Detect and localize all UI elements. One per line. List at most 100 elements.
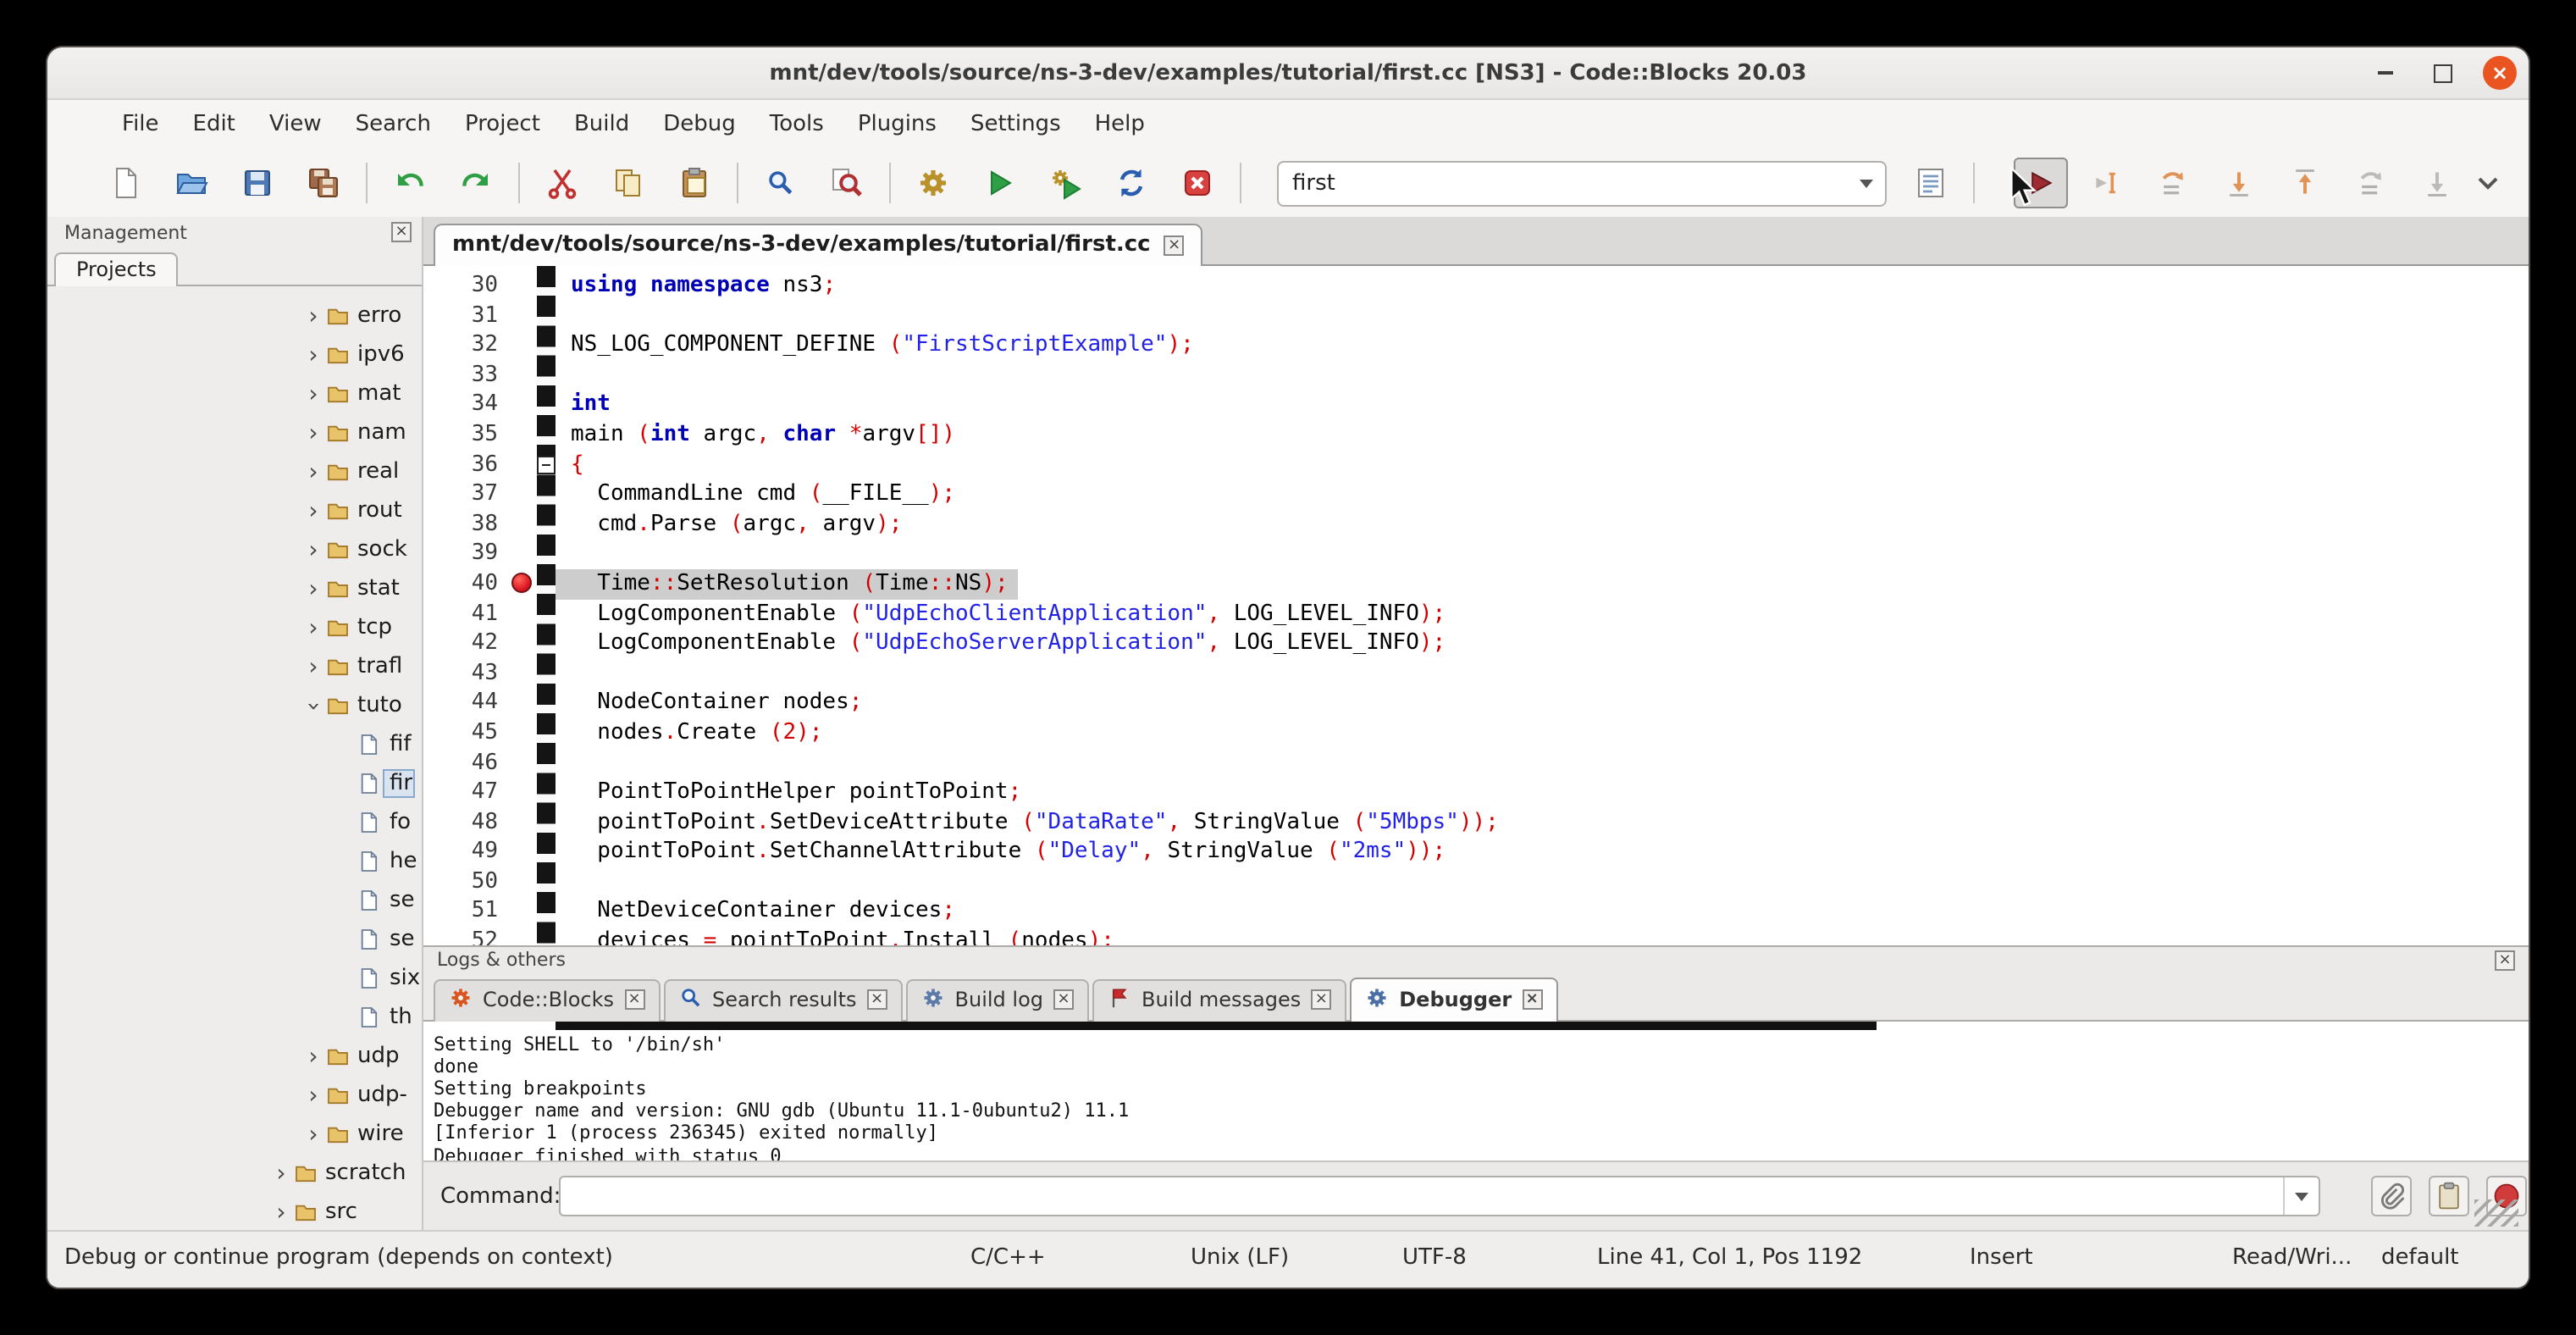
step-out-button[interactable] (2279, 158, 2333, 208)
copy-log-button[interactable] (2429, 1177, 2469, 1217)
log-tab-close-button[interactable]: × (1522, 989, 1542, 1010)
menu-debug[interactable]: Debug (646, 104, 753, 143)
tree-item-scratch[interactable]: ›scratch (47, 1154, 422, 1193)
fold-margin[interactable] (537, 599, 556, 629)
fold-margin[interactable] (537, 391, 556, 420)
menu-search[interactable]: Search (339, 104, 448, 143)
fold-margin[interactable] (537, 361, 556, 391)
fold-margin[interactable] (537, 301, 556, 330)
rebuild-button[interactable] (1104, 158, 1158, 208)
step-into-instruction-button[interactable] (2411, 158, 2465, 208)
code-line-49[interactable]: 49 pointToPoint.SetChannelAttribute ("De… (423, 838, 2529, 867)
tree-item-udp-[interactable]: ›udp- (47, 1076, 422, 1115)
line-number[interactable]: 46 (423, 748, 508, 778)
menu-view[interactable]: View (252, 104, 339, 143)
breakpoint-margin[interactable] (508, 301, 537, 330)
code-line-52[interactable]: 52 devices = pointToPoint.Install (nodes… (423, 927, 2529, 945)
debug-continue-button[interactable] (2015, 158, 2069, 208)
line-number[interactable]: 30 (423, 271, 508, 301)
run-button[interactable] (972, 158, 1026, 208)
tree-item-se[interactable]: se (47, 920, 422, 959)
code-line-32[interactable]: 32NS_LOG_COMPONENT_DEFINE ("FirstScriptE… (423, 330, 2529, 360)
code-line-45[interactable]: 45 nodes.Create (2); (423, 718, 2529, 748)
breakpoint-margin[interactable] (508, 599, 537, 629)
line-number[interactable]: 44 (423, 689, 508, 718)
code-line-50[interactable]: 50 (423, 867, 2529, 897)
next-instruction-button[interactable] (2345, 158, 2399, 208)
line-number[interactable]: 38 (423, 510, 508, 540)
menu-plugins[interactable]: Plugins (841, 104, 954, 143)
titlebar[interactable]: mnt/dev/tools/source/ns-3-dev/examples/t… (47, 47, 2529, 100)
tree-item-he[interactable]: he (47, 842, 422, 881)
tree-item-stat[interactable]: ›stat (47, 569, 422, 608)
menu-edit[interactable]: Edit (176, 104, 252, 143)
fold-margin[interactable] (537, 569, 556, 599)
log-tab-code-blocks[interactable]: Code::Blocks× (434, 978, 660, 1021)
log-tab-close-button[interactable]: × (1053, 989, 1074, 1010)
fold-margin[interactable] (537, 689, 556, 718)
tree-item-fir[interactable]: fir (47, 764, 422, 803)
chevron-right-icon[interactable]: › (268, 1199, 295, 1226)
build-and-run-button[interactable] (1038, 158, 1092, 208)
line-number[interactable]: 34 (423, 391, 508, 420)
editor-tab-first-cc[interactable]: mnt/dev/tools/source/ns-3-dev/examples/t… (434, 224, 1203, 266)
run-to-cursor-button[interactable] (2081, 158, 2135, 208)
tree-item-wire[interactable]: ›wire (47, 1115, 422, 1154)
line-number[interactable]: 41 (423, 599, 508, 629)
search-input[interactable] (1279, 170, 1849, 196)
logs-close-button[interactable]: × (2495, 950, 2515, 971)
breakpoint-margin[interactable] (508, 629, 537, 658)
tab-projects[interactable]: Projects (54, 252, 179, 286)
code-line-37[interactable]: 37 CommandLine cmd (__FILE__); (423, 479, 2529, 509)
open-files-list-button[interactable] (1904, 158, 1959, 208)
tree-item-se[interactable]: se (47, 881, 422, 920)
line-number[interactable]: 33 (423, 361, 508, 391)
tree-item-trafl[interactable]: ›trafl (47, 647, 422, 686)
chevron-right-icon[interactable]: › (300, 614, 327, 641)
breakpoint-margin[interactable] (508, 569, 537, 599)
line-number[interactable]: 51 (423, 897, 508, 927)
find-button[interactable] (754, 158, 808, 208)
line-number[interactable]: 36 (423, 450, 508, 479)
line-number[interactable]: 49 (423, 838, 508, 867)
breakpoint-margin[interactable] (508, 748, 537, 778)
chevron-right-icon[interactable]: › (300, 380, 327, 407)
code-line-51[interactable]: 51 NetDeviceContainer devices; (423, 897, 2529, 927)
chevron-right-icon[interactable]: › (268, 1160, 295, 1187)
fold-margin[interactable] (537, 778, 556, 807)
line-number[interactable]: 50 (423, 867, 508, 897)
chevron-right-icon[interactable]: › (300, 458, 327, 485)
menu-tools[interactable]: Tools (753, 104, 841, 143)
close-button[interactable]: × (2483, 56, 2517, 90)
maximize-button[interactable] (2425, 56, 2459, 90)
code-line-44[interactable]: 44 NodeContainer nodes; (423, 689, 2529, 718)
tree-item-rout[interactable]: ›rout (47, 491, 422, 530)
tree-item-tcp[interactable]: ›tcp (47, 608, 422, 647)
log-tab-debugger[interactable]: Debugger× (1350, 977, 1557, 1021)
breakpoint-margin[interactable] (508, 330, 537, 360)
minimize-button[interactable] (2368, 56, 2402, 90)
tree-item-sock[interactable]: ›sock (47, 530, 422, 569)
breakpoint-margin[interactable] (508, 778, 537, 807)
fold-margin[interactable] (537, 629, 556, 658)
breakpoint-margin[interactable] (508, 271, 537, 301)
line-number[interactable]: 32 (423, 330, 508, 360)
fold-margin[interactable] (537, 479, 556, 509)
menu-build[interactable]: Build (557, 104, 646, 143)
paste-button[interactable] (667, 158, 721, 208)
code-line-31[interactable]: 31 (423, 301, 2529, 330)
code-line-33[interactable]: 33 (423, 361, 2529, 391)
log-tab-build-messages[interactable]: Build messages× (1092, 978, 1346, 1021)
toolbar-overflow-button[interactable] (2465, 158, 2512, 208)
fold-margin[interactable] (537, 838, 556, 867)
open-button[interactable] (164, 158, 218, 208)
editor-tab-close-button[interactable]: × (1164, 235, 1185, 255)
code-line-34[interactable]: 34int (423, 391, 2529, 420)
chevron-right-icon[interactable]: › (300, 419, 327, 446)
chevron-right-icon[interactable]: › (300, 1121, 327, 1148)
code-line-39[interactable]: 39 (423, 540, 2529, 569)
line-number[interactable]: 39 (423, 540, 508, 569)
management-close-button[interactable]: × (391, 222, 412, 242)
breakpoint-margin[interactable] (508, 540, 537, 569)
fold-margin[interactable] (537, 748, 556, 778)
